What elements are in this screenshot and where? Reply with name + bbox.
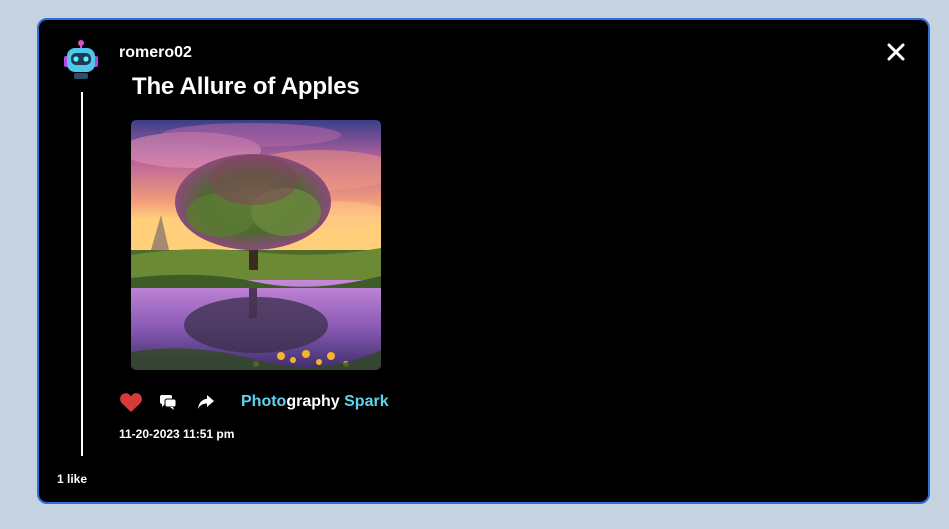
- tag-part-photo: Photo: [241, 393, 287, 410]
- robot-avatar-icon: [64, 40, 98, 79]
- post-title: The Allure of Apples: [132, 73, 360, 100]
- likes-count: 1 like: [57, 472, 88, 486]
- post-card: 1 like romero02 The Allure of Apples Pho…: [37, 18, 930, 504]
- close-button[interactable]: [886, 42, 906, 62]
- tag-part-graphy: graphy: [286, 393, 340, 410]
- like-button[interactable]: [119, 391, 143, 413]
- username[interactable]: romero02: [119, 44, 192, 62]
- tree-photo: [131, 120, 381, 370]
- close-icon: [887, 43, 905, 61]
- post-timestamp: 11-20-2023 11:51 pm: [119, 427, 235, 441]
- post-actions: Photography Spark: [119, 390, 389, 414]
- tag-link[interactable]: Photography Spark: [241, 393, 389, 411]
- share-button[interactable]: [197, 393, 215, 411]
- comment-button[interactable]: [159, 393, 177, 411]
- avatar[interactable]: [61, 40, 101, 86]
- comment-icon: [160, 395, 177, 410]
- post-image[interactable]: [131, 120, 381, 370]
- thread-line: [81, 92, 83, 456]
- heart-icon: [120, 393, 142, 412]
- tag-part-spark: Spark: [339, 393, 389, 410]
- share-icon: [198, 395, 214, 409]
